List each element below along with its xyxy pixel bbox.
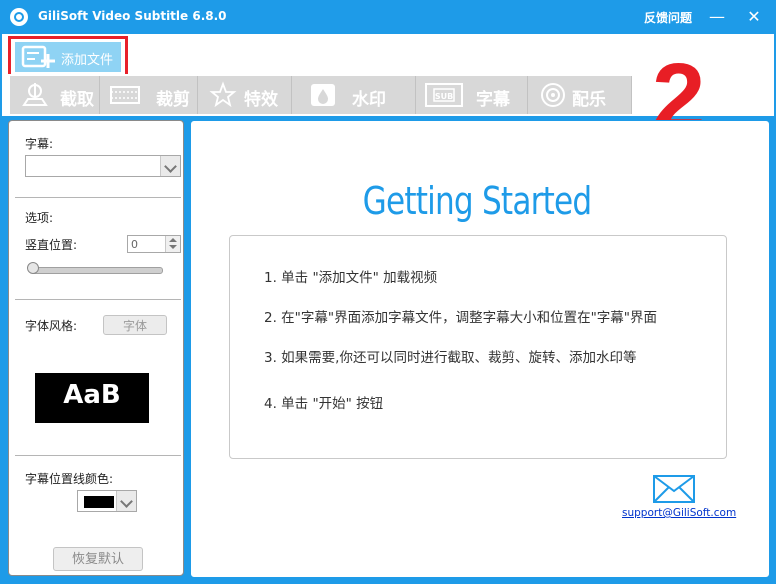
tab-subtitle[interactable]: SUB 字幕 — [416, 76, 528, 114]
options-label: 选项: — [25, 211, 54, 225]
color-swatch — [84, 496, 114, 508]
chevron-down-icon[interactable] — [160, 156, 180, 176]
instruction-step: 3. 如果需要,你还可以同时进行截取、裁剪、旋转、添加水印等 — [264, 350, 637, 366]
mail-icon[interactable] — [653, 475, 695, 503]
subtitle-select[interactable] — [25, 155, 181, 177]
subtitle-label: 字幕: — [25, 137, 54, 151]
divider — [15, 197, 181, 198]
tab-effects[interactable]: 特效 — [198, 76, 292, 114]
music-icon — [541, 83, 565, 107]
window-title: GiliSoft Video Subtitle 6.8.0 — [38, 9, 227, 23]
slider-handle[interactable] — [27, 262, 39, 274]
instruction-step: 4. 单击 "开始" 按钮 — [264, 396, 384, 412]
tab-label: 水印 — [352, 90, 386, 110]
line-color-label: 字幕位置线颜色: — [25, 472, 114, 486]
tab-label: 字幕 — [476, 90, 510, 110]
stepper-buttons[interactable] — [165, 236, 180, 252]
crop-icon — [110, 86, 140, 104]
getting-started-panel: Getting Started 1. 单击 "添加文件" 加载视频 2. 在"字… — [190, 120, 770, 578]
tab-label: 特效 — [244, 90, 278, 110]
tab-label: 截取 — [60, 90, 94, 110]
subtitle-icon: SUB — [425, 83, 463, 107]
tab-music[interactable]: 配乐 — [528, 76, 632, 114]
feedback-link[interactable]: 反馈问题 — [644, 9, 692, 26]
chevron-down-icon[interactable] — [116, 491, 136, 511]
watermark-icon — [311, 84, 335, 106]
tab-crop[interactable]: 裁剪 — [100, 76, 198, 114]
vertical-position-slider[interactable] — [31, 267, 163, 274]
add-file-highlight: 添加文件 — [8, 36, 128, 78]
tab-label: 配乐 — [572, 90, 606, 110]
line-color-picker[interactable] — [77, 490, 137, 512]
add-file-label: 添加文件 — [61, 53, 114, 68]
title-bar: GiliSoft Video Subtitle 6.8.0 反馈问题 — ✕ — [0, 0, 776, 34]
getting-started-title: Getting Started — [362, 179, 592, 223]
vertical-position-stepper[interactable]: 0 — [127, 235, 181, 253]
app-logo-icon — [10, 8, 28, 26]
tab-cut[interactable]: 截取 — [10, 76, 100, 114]
divider — [15, 455, 181, 456]
font-style-label: 字体风格: — [25, 319, 78, 333]
close-button[interactable]: ✕ — [743, 6, 765, 28]
support-email-link[interactable]: support@GiliSoft.com — [622, 507, 736, 519]
tab-label: 裁剪 — [156, 90, 190, 110]
vertical-position-label: 竖直位置: — [25, 238, 78, 252]
arrow-up-icon[interactable] — [169, 238, 177, 242]
add-file-icon — [21, 45, 55, 68]
arrow-down-icon[interactable] — [169, 245, 177, 249]
instructions-box: 1. 单击 "添加文件" 加载视频 2. 在"字幕"界面添加字幕文件，调整字幕大… — [229, 235, 727, 459]
font-preview: AaB — [35, 373, 149, 423]
restore-defaults-button[interactable]: 恢复默认 — [53, 547, 143, 571]
divider — [15, 299, 181, 300]
svg-text:SUB: SUB — [435, 92, 453, 101]
instruction-step: 1. 单击 "添加文件" 加载视频 — [264, 270, 438, 286]
instruction-step: 2. 在"字幕"界面添加字幕文件，调整字幕大小和位置在"字幕"界面 — [264, 310, 658, 326]
vertical-position-value: 0 — [131, 238, 138, 251]
font-button[interactable]: 字体 — [103, 315, 167, 335]
add-file-button[interactable]: 添加文件 — [15, 42, 121, 72]
cut-icon — [22, 83, 48, 106]
effects-icon — [209, 81, 237, 108]
subtitle-settings-panel: 字幕: 选项: 竖直位置: 0 字体风格: 字体 AaB 字幕位置线颜色: 恢复… — [8, 120, 184, 576]
minimize-button[interactable]: — — [706, 6, 728, 28]
tab-watermark[interactable]: 水印 — [292, 76, 416, 114]
